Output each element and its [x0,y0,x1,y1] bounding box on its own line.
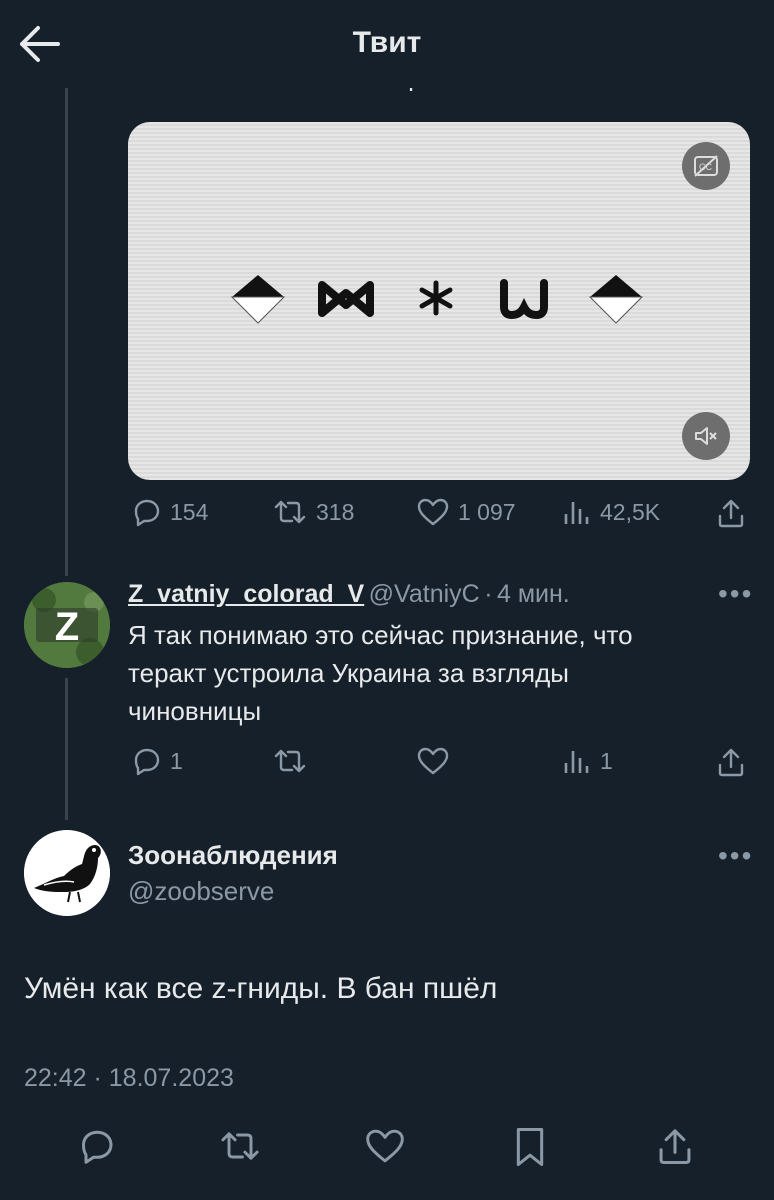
like-button[interactable] [364,1126,406,1166]
reply-header: Z_vatniy_colorad_V @VatniyC · 4 мин. [128,580,570,609]
thread-line [65,678,68,820]
share-icon [659,1129,691,1164]
retweet-icon [274,749,306,773]
more-icon[interactable]: ••• [718,840,753,872]
views-button[interactable]: 1 [562,745,613,777]
like-icon [417,498,449,526]
share-button[interactable] [716,496,754,530]
reply-text-line: чиновницы [128,696,262,726]
captions-icon[interactable]: CC [682,142,730,190]
retweet-count: 318 [316,498,355,525]
views-icon [564,502,589,524]
reply-text-line: Я так понимаю это сейчас признание, что [128,620,633,650]
tweet-text: Умён как все z-гниды. В бан пшёл [24,972,498,1005]
video-frame-glyphs [230,275,644,324]
z-logo-avatar: Z [24,582,110,668]
reply-button[interactable]: 154 [130,496,208,528]
reply-icon [134,499,160,527]
retweet-icon [274,500,306,524]
like-button[interactable]: 1 097 [416,496,516,528]
reply-button[interactable] [76,1126,116,1166]
share-button[interactable] [716,745,754,779]
retweet-button[interactable]: 318 [272,496,354,528]
avatar[interactable] [24,830,110,916]
share-button[interactable] [656,1124,694,1168]
reply-icon [82,1130,113,1164]
share-icon [718,748,744,777]
retweet-button[interactable] [272,745,316,777]
reply-count: 1 [170,747,183,774]
share-icon [718,499,744,528]
views-count: 42,5K [600,498,661,525]
reply-text-line: теракт устроила Украина за взгляды [128,658,569,688]
top-bar: Твит [0,0,774,88]
bookmark-icon [516,1127,544,1167]
mute-icon[interactable] [682,412,730,460]
reply-text: Я так понимаю это сейчас признание, что … [128,616,748,730]
reply-time[interactable]: 4 мин. [497,580,570,608]
views-icon [564,751,589,773]
page-title: Твит [352,26,422,59]
views-button[interactable]: 42,5K [562,496,660,528]
more-icon[interactable]: ••• [718,578,753,610]
like-icon [417,747,449,775]
author-name[interactable]: Зоонаблюдения [128,840,338,871]
reply-count: 154 [170,498,209,525]
retweet-icon [221,1132,259,1160]
svg-text:Z: Z [55,605,79,649]
views-count: 1 [600,747,613,774]
retweet-button[interactable] [218,1126,262,1166]
reply-author-name[interactable]: Z_vatniy_colorad_V [128,580,364,608]
tweet-timestamp[interactable]: 22:42 · 18.07.2023 [24,1064,234,1093]
reply-author-handle[interactable]: @VatniyC [369,580,480,608]
like-icon [366,1129,404,1163]
avatar[interactable]: Z [24,582,110,668]
pigeon-icon [24,830,110,916]
author-handle[interactable]: @zoobserve [128,876,274,907]
like-button[interactable] [416,745,458,777]
like-count: 1 097 [458,498,516,525]
video-player[interactable]: CC [128,122,750,480]
reply-button[interactable]: 1 [130,745,183,777]
reply-icon [134,748,160,776]
thread-line [65,88,68,576]
separator-dot: · [484,580,493,608]
bookmark-button[interactable] [512,1126,548,1168]
